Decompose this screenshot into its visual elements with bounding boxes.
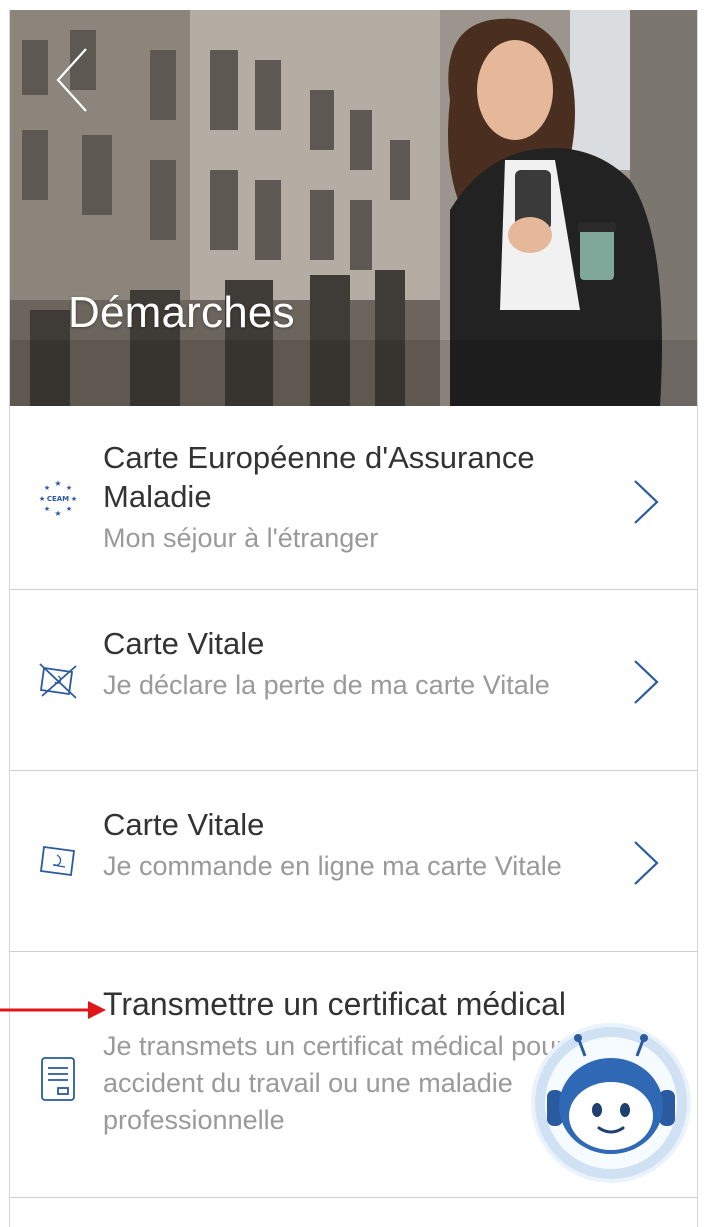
item-subtitle: Mon séjour à l'étranger (103, 523, 379, 553)
item-title: Carte Européenne d'Assurance Maladie (103, 440, 535, 514)
item-subtitle: Je déclare la perte de ma carte Vitale (103, 670, 550, 700)
document-icon (41, 1057, 75, 1101)
annotation-arrow-icon (0, 1001, 106, 1019)
svg-text:★: ★ (66, 505, 72, 513)
item-title: Carte Vitale (103, 626, 265, 661)
hero-banner: Démarches (10, 10, 697, 406)
svg-text:★: ★ (44, 484, 50, 492)
item-subtitle: Je commande en ligne ma carte Vitale (103, 851, 562, 881)
back-button[interactable] (50, 40, 94, 120)
page-title: Démarches (68, 288, 295, 337)
app-screen: Démarches ★ ★ ★ ★ ★ ★ ★ ★ CEAM Carte Eur… (9, 10, 698, 1227)
card-crossed-icon (39, 663, 77, 699)
chatbot-icon (531, 1023, 691, 1183)
chevron-left-icon (56, 48, 87, 112)
item-title: Transmettre un certificat médical (103, 986, 566, 1022)
svg-text:★: ★ (54, 479, 61, 488)
svg-text:★: ★ (66, 484, 72, 492)
list-item-vitale-order[interactable]: Carte Vitale Je commande en ligne ma car… (10, 771, 697, 952)
chevron-right-icon (634, 660, 659, 704)
item-title: Carte Vitale (103, 807, 265, 842)
card-icon (39, 845, 76, 877)
svg-text:★: ★ (39, 495, 45, 503)
item-subtitle: Je transmets un certificat médical pour … (103, 1031, 603, 1135)
list-item-ceam[interactable]: ★ ★ ★ ★ ★ ★ ★ ★ CEAM Carte Européenne d'… (10, 406, 697, 590)
svg-text:CEAM: CEAM (47, 495, 69, 503)
hero-photo (10, 10, 697, 406)
chevron-right-icon (634, 480, 659, 524)
svg-text:★: ★ (44, 505, 50, 513)
list-item-vitale-lost[interactable]: Carte Vitale Je déclare la perte de ma c… (10, 590, 697, 771)
chevron-right-icon (634, 841, 659, 885)
chatbot-button[interactable] (529, 1020, 693, 1186)
svg-text:★: ★ (71, 495, 77, 503)
ceam-icon: ★ ★ ★ ★ ★ ★ ★ ★ CEAM (39, 479, 77, 518)
svg-text:★: ★ (54, 509, 61, 518)
